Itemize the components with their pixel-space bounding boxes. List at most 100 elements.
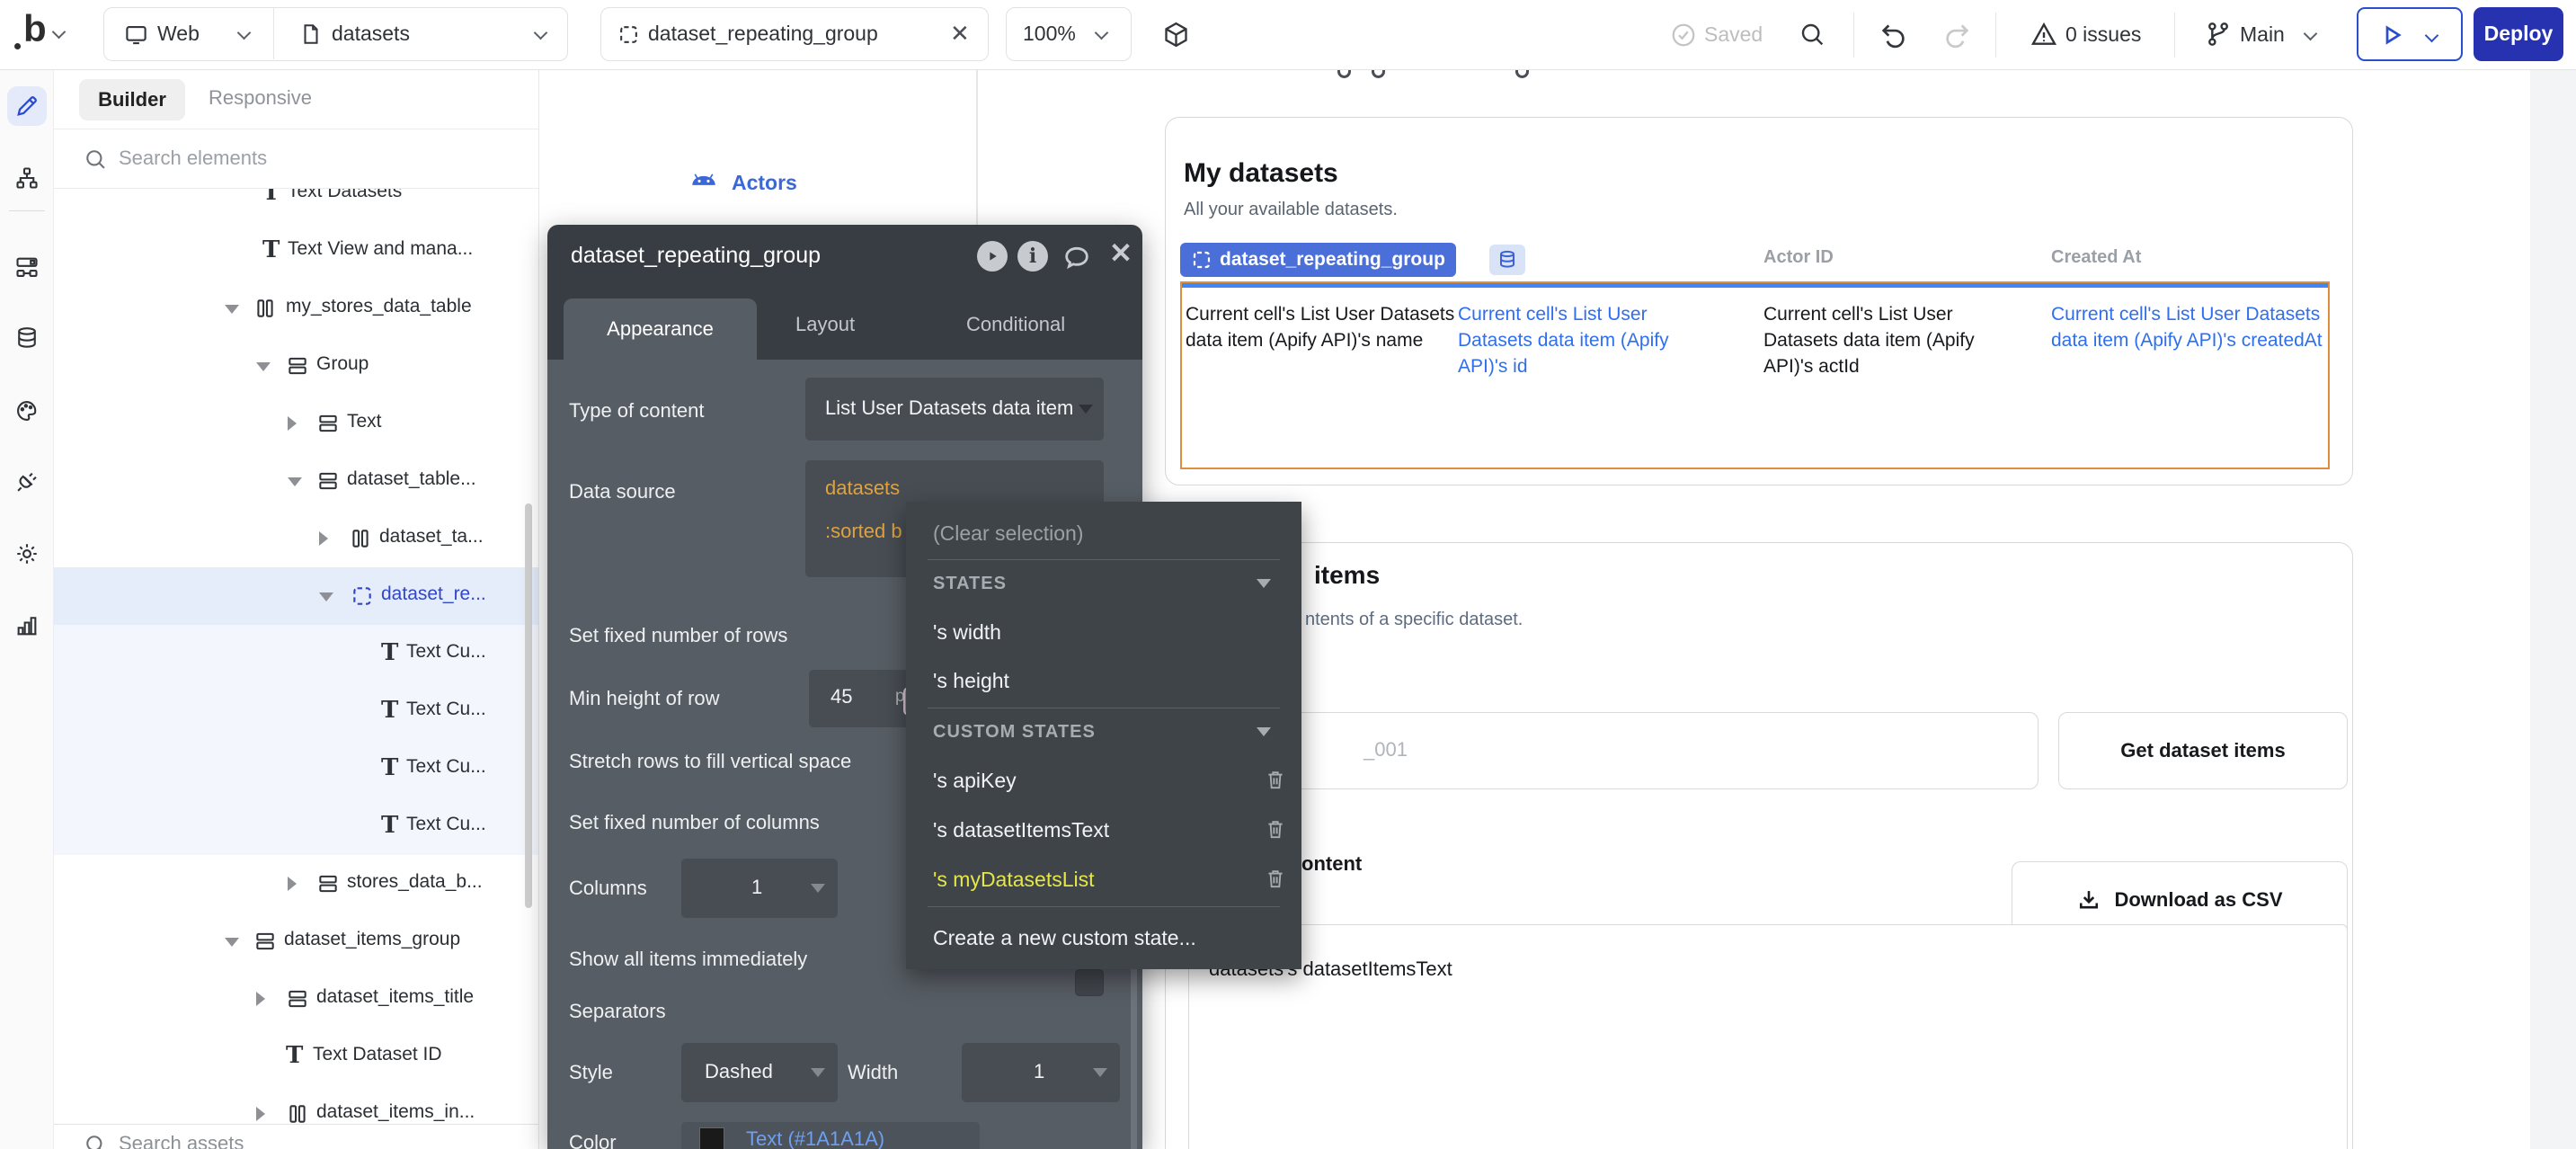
caret-down-icon[interactable] (1257, 727, 1271, 736)
menu-header-states[interactable]: STATES (933, 574, 1007, 594)
trash-icon[interactable] (1264, 817, 1287, 841)
components-icon[interactable] (7, 247, 47, 287)
tab-responsive[interactable]: Responsive (209, 86, 312, 110)
dataset-id-input[interactable]: _001 (1195, 712, 2039, 789)
cube-icon[interactable] (1161, 20, 1191, 49)
caret-down-icon[interactable] (288, 477, 302, 486)
tree-scrollbar[interactable] (525, 503, 532, 908)
info-icon[interactable]: i (1017, 241, 1050, 273)
branch-select[interactable]: Main (2240, 9, 2285, 60)
search-input[interactable]: Search elements (119, 147, 267, 170)
caret-down-icon[interactable] (319, 592, 333, 601)
tree-item-text-view[interactable]: T Text View and mana... (54, 222, 538, 280)
tree-item-my-stores-data-table[interactable]: my_stores_data_table (54, 280, 538, 337)
separator-style-select[interactable]: Dashed (681, 1043, 838, 1102)
platform-chevron-down-icon[interactable] (237, 26, 252, 40)
color-value[interactable]: Text (#1A1A1A) (746, 1127, 884, 1149)
logo-chevron-down-icon[interactable] (52, 25, 67, 40)
bubble-logo[interactable]: b (23, 7, 47, 50)
redo-icon[interactable] (1941, 20, 1972, 50)
separator-color-field[interactable]: Text (#1A1A1A) (681, 1122, 980, 1149)
undo-icon[interactable] (1879, 20, 1909, 50)
caret-right-icon[interactable] (319, 531, 328, 546)
menu-item-create-custom-state[interactable]: Create a new custom state... (933, 926, 1196, 950)
close-icon[interactable]: ✕ (950, 8, 970, 59)
plugin-icon[interactable] (7, 462, 47, 502)
comment-icon[interactable] (1062, 244, 1095, 276)
columns-select[interactable]: 1 (681, 859, 838, 918)
caret-down-icon[interactable] (1257, 579, 1271, 588)
menu-item-clear-selection[interactable]: (Clear selection) (933, 521, 1083, 546)
get-dataset-items-button[interactable]: Get dataset items (2058, 712, 2348, 789)
table-cell-id[interactable]: Current cell's List User Datasets data i… (1458, 301, 1672, 379)
menu-item-apikey[interactable]: 's apiKey (933, 769, 1017, 793)
page-chevron-down-icon[interactable] (534, 26, 548, 40)
separator-width-select[interactable]: 1 (962, 1043, 1120, 1102)
tree-item-text-current-3[interactable]: T Text Cu... (54, 740, 538, 797)
zoom-control[interactable]: 100% (1006, 7, 1132, 61)
tree-item-text-current-1[interactable]: T Text Cu... (54, 625, 538, 682)
caret-right-icon[interactable] (256, 1107, 265, 1121)
trash-icon[interactable] (1264, 768, 1287, 791)
caret-right-icon[interactable] (288, 877, 297, 891)
issues-count[interactable]: 0 issues (2065, 9, 2141, 60)
type-of-content-select[interactable]: List User Datasets data item (805, 378, 1104, 441)
palette-icon[interactable] (7, 391, 47, 431)
table-cell-name[interactable]: Current cell's List User Datasets data i… (1186, 301, 1464, 353)
platform-select[interactable]: Web (157, 8, 200, 59)
tree-item-text-current-2[interactable]: T Text Cu... (54, 682, 538, 740)
gear-icon[interactable] (7, 534, 47, 574)
assets-search-input[interactable]: Search assets (119, 1132, 244, 1149)
tree-item-text-dataset-id[interactable]: T Text Dataset ID (54, 1028, 538, 1085)
caret-down-icon[interactable] (225, 938, 239, 947)
menu-item-height[interactable]: 's height (933, 669, 1009, 693)
database-icon[interactable] (7, 318, 47, 358)
pencil-icon[interactable] (7, 86, 47, 126)
branch-chevron-down-icon[interactable] (2304, 27, 2318, 41)
deploy-button[interactable]: Deploy (2474, 7, 2563, 61)
caret-right-icon[interactable] (288, 416, 297, 431)
color-swatch[interactable] (699, 1127, 724, 1149)
table-cell-createdat[interactable]: Current cell's List User Datasets data i… (2051, 301, 2341, 353)
caret-right-icon[interactable] (256, 992, 265, 1006)
caret-down-icon[interactable] (256, 362, 271, 371)
tab-layout[interactable]: Layout (795, 289, 855, 360)
assets-search-bar[interactable]: Search assets (54, 1124, 538, 1149)
close-icon[interactable]: ✕ (1109, 237, 1141, 270)
workflow-icon[interactable] (7, 158, 47, 198)
tree-item-dataset-table[interactable]: dataset_table... (54, 452, 538, 510)
tab-appearance[interactable]: Appearance (564, 298, 757, 360)
preview-button[interactable] (2357, 7, 2463, 61)
page-select[interactable]: datasets (332, 8, 410, 59)
play-icon[interactable] (977, 241, 1009, 273)
tab-builder[interactable]: Builder (79, 79, 185, 120)
inspector-header[interactable]: dataset_repeating_group i ✕ (547, 225, 1142, 289)
tree-item-dataset-items-title[interactable]: dataset_items_title (54, 970, 538, 1028)
element-search-bar[interactable]: Search elements (54, 129, 538, 189)
trash-icon[interactable] (1264, 867, 1287, 890)
data-source-badge[interactable] (1489, 245, 1525, 275)
menu-item-datasetitemstext[interactable]: 's datasetItemsText (933, 818, 1109, 842)
element-tab[interactable]: dataset_repeating_group ✕ (600, 7, 989, 61)
expression-token[interactable]: datasets (825, 477, 900, 500)
tree-item-text-current-4[interactable]: T Text Cu... (54, 797, 538, 855)
menu-item-mydatasetslist-highlighted[interactable]: 's myDatasetsList (933, 868, 1095, 892)
menu-header-custom-states[interactable]: CUSTOM STATES (933, 722, 1096, 743)
show-all-items-checkbox[interactable] (1075, 969, 1104, 996)
chart-icon[interactable] (7, 606, 47, 646)
search-icon[interactable] (1798, 20, 1826, 49)
tree-item-dataset-items-group[interactable]: dataset_items_group (54, 913, 538, 970)
tree-item-dataset-ta[interactable]: dataset_ta... (54, 510, 538, 567)
table-cell-actid[interactable]: Current cell's List User Datasets data i… (1763, 301, 1977, 379)
expression-modifier[interactable]: :sorted b (825, 520, 902, 543)
tree-item-dataset-repeating-group-selected[interactable]: dataset_re... (54, 567, 538, 625)
menu-item-width[interactable]: 's width (933, 620, 1001, 645)
tree-item-stores-data-b[interactable]: stores_data_b... (54, 855, 538, 913)
tab-conditional[interactable]: Conditional (966, 289, 1065, 360)
selected-element-chip[interactable]: dataset_repeating_group (1180, 243, 1456, 277)
dataset-content-box[interactable]: datasets's datasetItemsText (1188, 924, 2348, 1149)
tree-item-text[interactable]: Text (54, 395, 538, 452)
caret-down-icon[interactable] (225, 305, 239, 314)
tree-item-group[interactable]: Group (54, 337, 538, 395)
sidebar-item-actors[interactable]: Actors (732, 171, 797, 195)
